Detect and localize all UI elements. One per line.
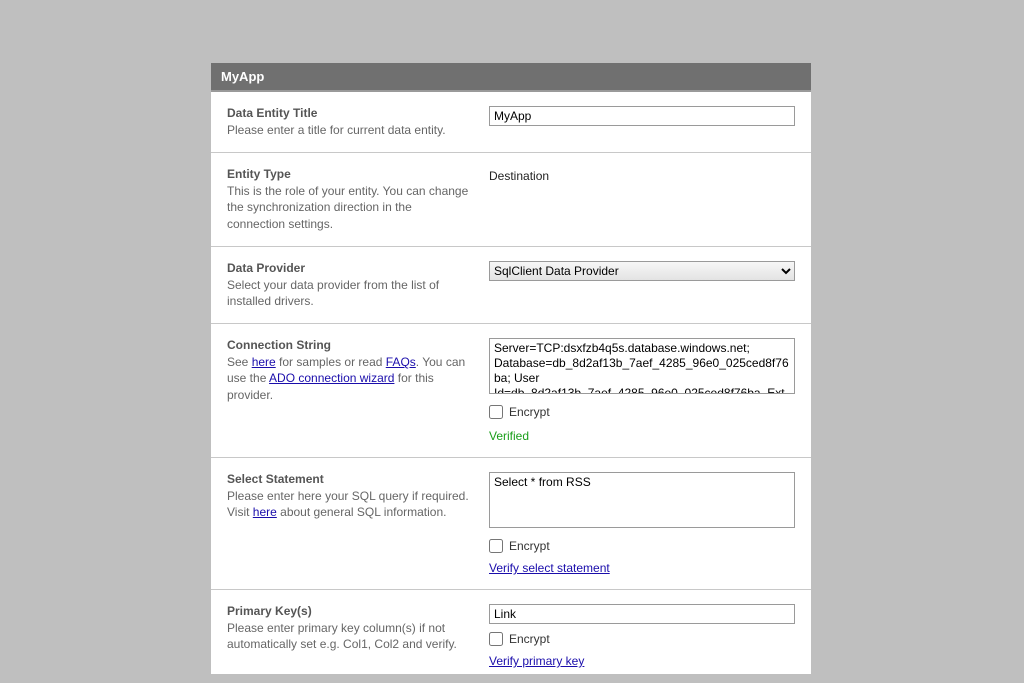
entity-title-desc: Please enter a title for current data en…: [227, 122, 471, 138]
provider-label: Data Provider: [227, 261, 471, 275]
entity-type-label: Entity Type: [227, 167, 471, 181]
entity-title-input[interactable]: [489, 106, 795, 126]
pk-desc: Please enter primary key column(s) if no…: [227, 620, 471, 652]
connstr-encrypt-row: Encrypt: [489, 405, 795, 419]
provider-desc: Select your data provider from the list …: [227, 277, 471, 309]
pk-encrypt-checkbox[interactable]: [489, 632, 503, 646]
section-entity-type: Entity Type This is the role of your ent…: [211, 153, 811, 247]
entity-type-desc: This is the role of your entity. You can…: [227, 183, 471, 232]
entity-type-value: Destination: [489, 167, 795, 183]
connstr-ado-wizard-link[interactable]: ADO connection wizard: [269, 371, 394, 385]
verify-pk-link[interactable]: Verify primary key: [489, 654, 584, 668]
connstr-status: Verified: [489, 429, 795, 443]
provider-select[interactable]: SqlClient Data Provider: [489, 261, 795, 281]
panel-title: MyApp: [211, 63, 811, 92]
connstr-here-link[interactable]: here: [252, 355, 276, 369]
connstr-faqs-link[interactable]: FAQs: [386, 355, 416, 369]
section-data-provider: Data Provider Select your data provider …: [211, 247, 811, 324]
select-input[interactable]: Select * from RSS: [489, 472, 795, 528]
section-connection-string: Connection String See here for samples o…: [211, 324, 811, 458]
select-label: Select Statement: [227, 472, 471, 486]
connstr-encrypt-checkbox[interactable]: [489, 405, 503, 419]
select-encrypt-label: Encrypt: [509, 539, 550, 553]
select-desc: Please enter here your SQL query if requ…: [227, 488, 471, 520]
section-select-statement: Select Statement Please enter here your …: [211, 458, 811, 590]
config-panel: MyApp Data Entity Title Please enter a t…: [211, 63, 811, 674]
pk-input[interactable]: [489, 604, 795, 624]
connstr-desc: See here for samples or read FAQs. You c…: [227, 354, 471, 403]
pk-label: Primary Key(s): [227, 604, 471, 618]
pk-encrypt-row: Encrypt: [489, 632, 795, 646]
verify-select-link[interactable]: Verify select statement: [489, 561, 610, 575]
connstr-encrypt-label: Encrypt: [509, 405, 550, 419]
section-entity-title: Data Entity Title Please enter a title f…: [211, 92, 811, 153]
select-encrypt-checkbox[interactable]: [489, 539, 503, 553]
select-here-link[interactable]: here: [253, 505, 277, 519]
pk-encrypt-label: Encrypt: [509, 632, 550, 646]
section-primary-key: Primary Key(s) Please enter primary key …: [211, 590, 811, 674]
connstr-input[interactable]: Server=TCP:dsxfzb4q5s.database.windows.n…: [489, 338, 795, 394]
select-encrypt-row: Encrypt: [489, 539, 795, 553]
connstr-label: Connection String: [227, 338, 471, 352]
entity-title-label: Data Entity Title: [227, 106, 471, 120]
